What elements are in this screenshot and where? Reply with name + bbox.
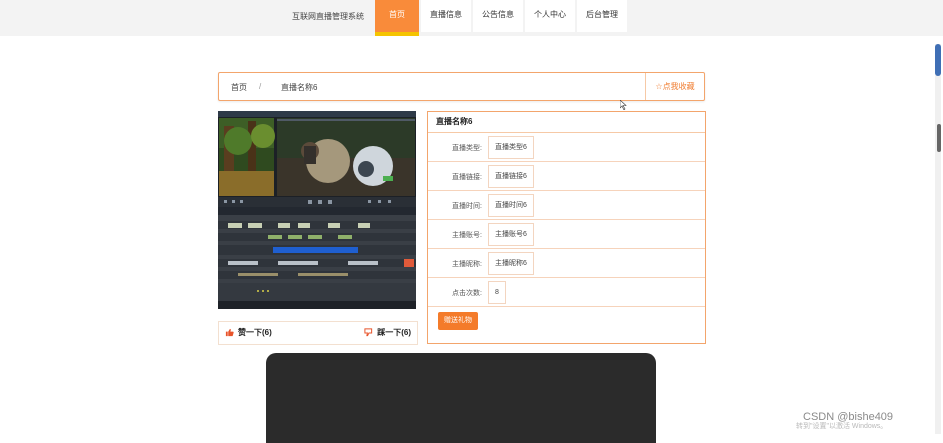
detail-label: 直播链接: (452, 174, 482, 181)
page-scrollbar[interactable] (935, 44, 941, 434)
reaction-bar: 赞一下(6) 踩一下(6) (218, 321, 418, 345)
detail-row-actions: 赠送礼物 (428, 307, 705, 335)
detail-row-nickname: 主播昵称: 主播昵称6 (428, 249, 705, 278)
detail-label: 直播类型: (452, 145, 482, 152)
detail-row-link: 直播链接: 直播链接6 (428, 162, 705, 191)
detail-label: 主播昵称: (452, 261, 482, 268)
breadcrumb: 首页 / 直播名称6 ☆点我收藏 (218, 72, 705, 101)
top-nav-bar: 互联网直播管理系统 首页 直播信息 公告信息 个人中心 后台管理 (0, 0, 943, 36)
mouse-cursor-icon (620, 100, 627, 110)
detail-row-account: 主播账号: 主播账号6 (428, 220, 705, 249)
detail-row-type: 直播类型: 直播类型6 (428, 133, 705, 162)
dislike-button[interactable]: 踩一下(6) (364, 327, 411, 338)
live-cover-image[interactable] (218, 111, 416, 309)
main-nav: 首页 直播信息 公告信息 个人中心 后台管理 (375, 0, 629, 36)
video-player[interactable] (266, 353, 656, 443)
detail-value: 直播时间6 (488, 194, 534, 217)
thumbs-up-icon (225, 328, 234, 337)
detail-value[interactable]: 直播链接6 (488, 165, 534, 188)
detail-label: 点击次数: (452, 290, 482, 297)
scrollbar-marker (937, 124, 941, 152)
nav-home[interactable]: 首页 (375, 0, 419, 36)
detail-label: 主播账号: (452, 232, 482, 239)
breadcrumb-current: 直播名称6 (281, 83, 318, 92)
nav-personal-center[interactable]: 个人中心 (525, 0, 575, 32)
detail-value: 主播昵称6 (488, 252, 534, 275)
like-label: 赞一下(6) (238, 328, 272, 337)
detail-row-time: 直播时间: 直播时间6 (428, 191, 705, 220)
live-detail-title: 直播名称6 (428, 112, 705, 133)
breadcrumb-home[interactable]: 首页 (231, 82, 247, 93)
send-gift-button[interactable]: 赠送礼物 (438, 312, 478, 330)
live-detail-panel: 直播名称6 直播类型: 直播类型6 直播链接: 直播链接6 直播时间: 直播时间… (427, 111, 706, 344)
nav-live-info[interactable]: 直播信息 (421, 0, 471, 32)
favorite-button[interactable]: ☆点我收藏 (645, 73, 704, 100)
detail-value: 8 (488, 281, 506, 304)
star-outline-icon: ☆ (655, 82, 663, 91)
detail-value: 主播账号6 (488, 223, 534, 246)
breadcrumb-separator: / (259, 82, 262, 91)
detail-row-clicks: 点击次数: 8 (428, 278, 705, 307)
site-title: 互联网直播管理系统 (292, 12, 364, 21)
detail-label: 直播时间: (452, 203, 482, 210)
detail-value: 直播类型6 (488, 136, 534, 159)
favorite-label: 点我收藏 (662, 82, 695, 91)
nav-announcements[interactable]: 公告信息 (473, 0, 523, 32)
windows-activation-notice: 转到"设置"以激活 Windows。 (796, 423, 888, 430)
scrollbar-thumb[interactable] (935, 44, 941, 76)
thumbs-down-icon (364, 328, 373, 337)
nav-admin[interactable]: 后台管理 (577, 0, 627, 32)
dislike-label: 踩一下(6) (377, 328, 411, 337)
like-button[interactable]: 赞一下(6) (225, 327, 272, 338)
